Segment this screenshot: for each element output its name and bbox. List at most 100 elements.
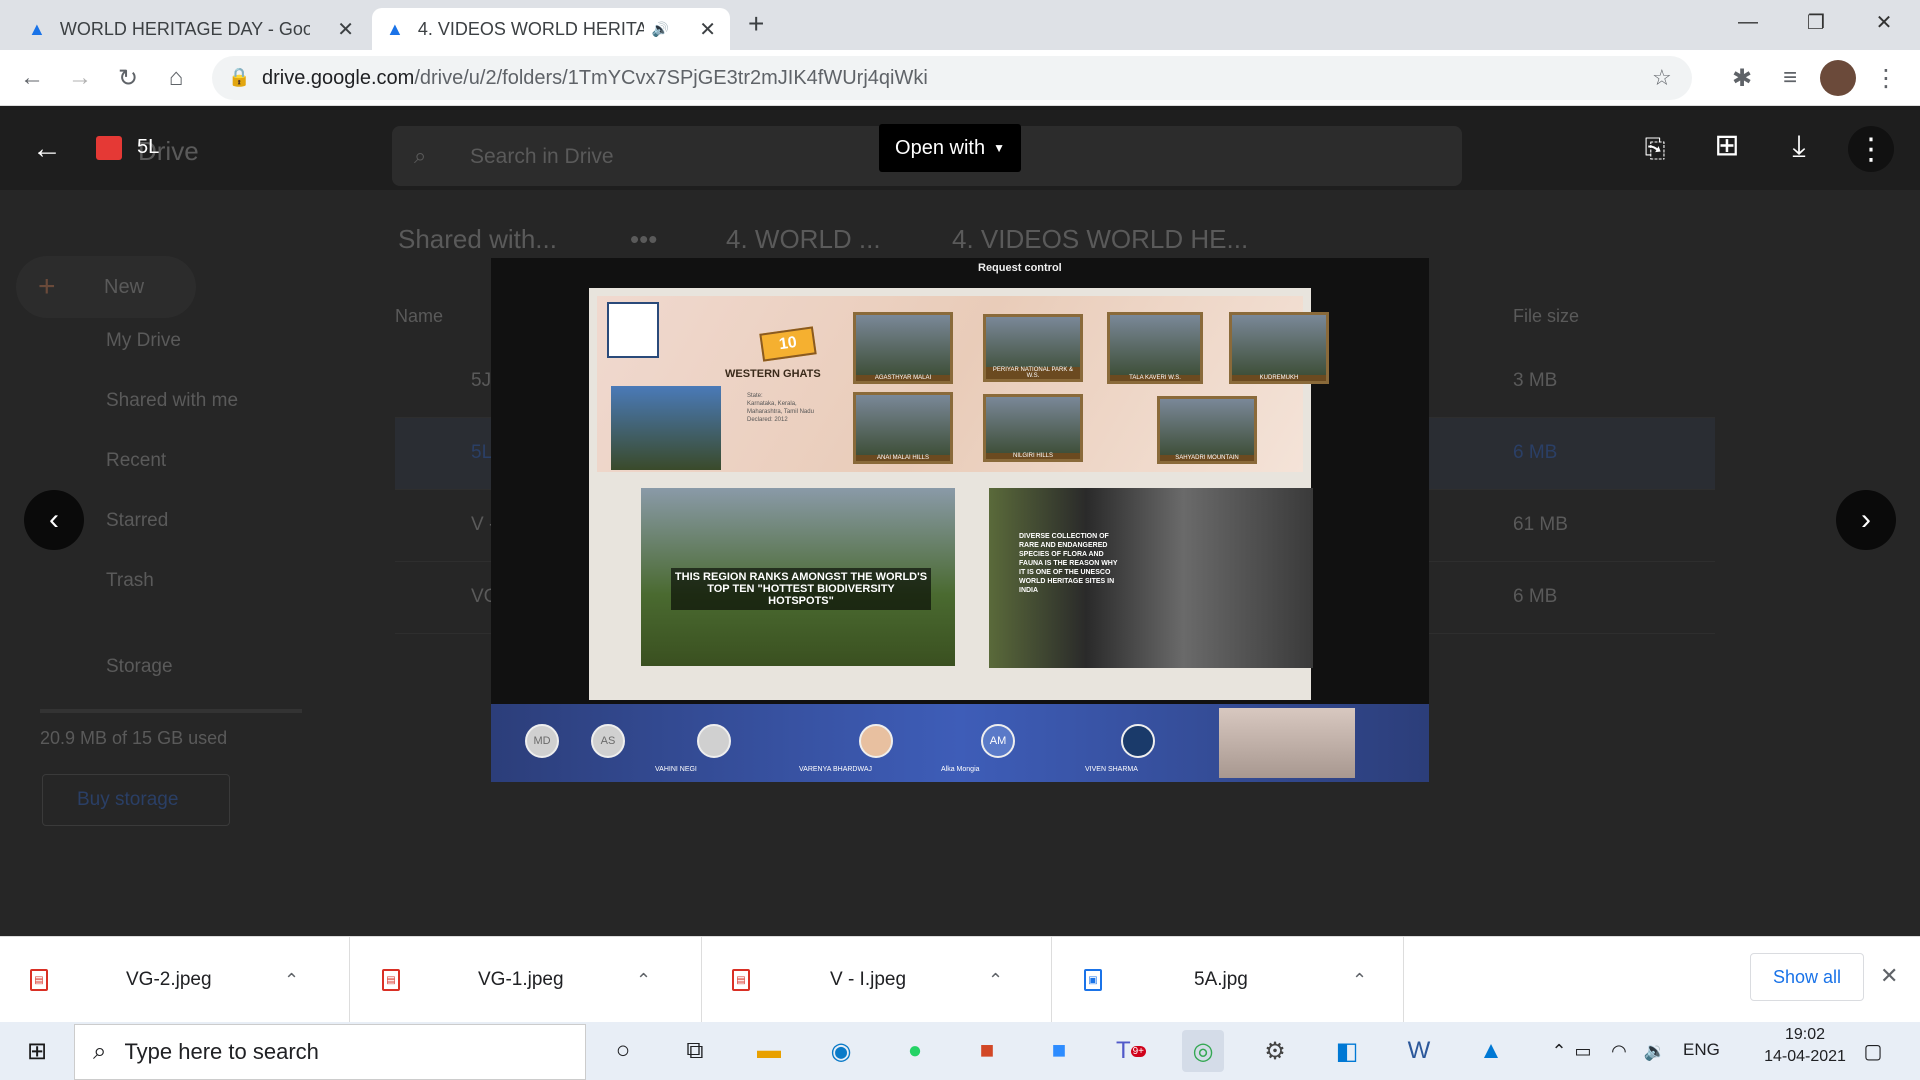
- file-size: 61 MB: [1513, 514, 1568, 535]
- cortana-icon[interactable]: ○: [602, 1030, 644, 1072]
- photos-icon[interactable]: ▲: [1470, 1030, 1512, 1072]
- column-name-header[interactable]: Name: [395, 306, 443, 327]
- file-explorer-icon[interactable]: ▬: [748, 1030, 790, 1072]
- breadcrumb-more-icon[interactable]: •••: [630, 224, 657, 255]
- teams-icon[interactable]: T 9+: [1110, 1030, 1152, 1072]
- close-download-shelf-icon[interactable]: ✕: [1880, 963, 1898, 989]
- powerpoint-icon[interactable]: ■: [966, 1030, 1008, 1072]
- home-icon[interactable]: ⌂: [158, 60, 194, 96]
- taskbar-search-input[interactable]: Type here to search: [124, 1039, 318, 1065]
- forward-icon[interactable]: →: [62, 60, 98, 96]
- drive-favicon-icon: ▲: [386, 18, 404, 39]
- reload-icon[interactable]: ↻: [110, 60, 146, 96]
- show-all-button[interactable]: Show all: [1750, 953, 1864, 1001]
- download-icon[interactable]: ⤓: [1776, 124, 1822, 170]
- profile-avatar[interactable]: [1820, 60, 1856, 96]
- next-file-button[interactable]: ›: [1836, 490, 1896, 550]
- chevron-up-icon[interactable]: ⌃: [1352, 970, 1367, 991]
- new-tab-button[interactable]: +: [748, 8, 764, 40]
- file-size: 3 MB: [1513, 370, 1558, 391]
- breadcrumb-world[interactable]: 4. WORLD ...: [726, 224, 881, 255]
- file-name: 5L: [471, 442, 493, 463]
- file-name: 5J: [471, 370, 492, 391]
- viewer-file-title: 5L: [137, 136, 160, 158]
- chrome-menu-icon[interactable]: ⋮: [1868, 60, 1904, 96]
- download-item[interactable]: ▤ VG-2.jpeg ⌃: [0, 937, 350, 1023]
- sidebar-item-shared[interactable]: Shared with me: [106, 390, 238, 412]
- sidebar-item-starred[interactable]: Starred: [106, 510, 168, 532]
- download-filename: V - I.jpeg: [830, 969, 907, 990]
- download-item[interactable]: ▤ VG-1.jpeg ⌃: [352, 937, 702, 1023]
- close-window-button[interactable]: ✕: [1850, 0, 1918, 44]
- buy-storage-label: Buy storage: [77, 789, 179, 810]
- minimize-button[interactable]: —: [1714, 0, 1782, 44]
- search-icon: ⌕: [414, 143, 427, 168]
- tab-world-heritage-day[interactable]: ▲ WORLD HERITAGE DAY - Google ✕: [14, 8, 368, 50]
- chrome-icon[interactable]: ◎: [1182, 1030, 1224, 1072]
- more-actions-icon[interactable]: ⋮: [1848, 126, 1894, 172]
- tab-videos-world-heritage[interactable]: ▲ 4. VIDEOS WORLD HERITAGE 🔊 ✕: [372, 8, 730, 50]
- audio-playing-icon[interactable]: 🔊: [652, 21, 669, 38]
- task-view-icon[interactable]: ⧉: [674, 1030, 716, 1072]
- download-item[interactable]: ▤ V - I.jpeg ⌃: [702, 937, 1052, 1023]
- zoom-icon[interactable]: ■: [1038, 1030, 1080, 1072]
- tab-title: 4. VIDEOS WORLD HERITAGE: [417, 18, 644, 39]
- extensions-icon[interactable]: ✱: [1724, 60, 1760, 96]
- chevron-up-icon[interactable]: ⌃: [284, 970, 299, 991]
- restore-button[interactable]: ❐: [1782, 0, 1850, 44]
- whatsapp-icon[interactable]: ●: [894, 1030, 936, 1072]
- add-to-drive-icon[interactable]: ⎘: [1632, 126, 1678, 172]
- open-with-button[interactable]: Open with ▼: [879, 124, 1021, 172]
- tab-title: WORLD HERITAGE DAY - Google: [59, 18, 310, 39]
- address-bar[interactable]: 🔒 drive.google.com/drive/u/2/folders/1Tm…: [212, 56, 1692, 100]
- slide-number-badge: 10: [759, 326, 817, 362]
- video-player[interactable]: Request control 10 WESTERN GHATS State: K…: [491, 258, 1429, 782]
- new-button[interactable]: + New: [16, 256, 196, 318]
- back-icon[interactable]: ←: [14, 60, 50, 96]
- settings-icon[interactable]: ⚙: [1254, 1030, 1296, 1072]
- pdf-file-icon: ▤: [382, 969, 400, 991]
- sidebar-item-recent[interactable]: Recent: [106, 450, 166, 472]
- previous-file-button[interactable]: ‹: [24, 490, 84, 550]
- clock[interactable]: 19:02 14-04-2021: [1760, 1026, 1850, 1066]
- participant-avatar: AS: [591, 724, 625, 758]
- sidebar-item-my-drive[interactable]: My Drive: [106, 330, 181, 352]
- buy-storage-button[interactable]: Buy storage: [42, 774, 230, 826]
- store-icon[interactable]: ◧: [1326, 1030, 1368, 1072]
- close-tab-icon[interactable]: ✕: [337, 17, 354, 42]
- plus-icon: +: [38, 270, 56, 303]
- volume-icon[interactable]: 🔉: [1634, 1030, 1676, 1072]
- edge-icon[interactable]: ◉: [820, 1030, 862, 1072]
- map-image: [611, 386, 721, 470]
- word-icon[interactable]: W: [1398, 1030, 1440, 1072]
- breadcrumb-videos[interactable]: 4. VIDEOS WORLD HE...: [952, 224, 1248, 255]
- video-file-icon: [96, 136, 122, 160]
- chevron-up-icon[interactable]: ⌃: [636, 970, 651, 991]
- breadcrumb-shared[interactable]: Shared with...: [398, 224, 557, 255]
- star-icon[interactable]: ☆: [1652, 65, 1672, 91]
- taskbar-search-box[interactable]: ⌕ Type here to search: [74, 1024, 586, 1080]
- file-size: 6 MB: [1513, 442, 1558, 463]
- add-comment-icon[interactable]: ⊞: [1704, 122, 1750, 168]
- participant-avatar: [1121, 724, 1155, 758]
- drive-search-input[interactable]: Search in Drive: [470, 145, 614, 169]
- url-host: drive.google.com: [262, 66, 415, 89]
- teams-badge: 9+: [1130, 1045, 1147, 1057]
- close-tab-icon[interactable]: ✕: [699, 17, 716, 42]
- pdf-file-icon: ▤: [30, 969, 48, 991]
- notifications-icon[interactable]: ▢: [1852, 1030, 1894, 1072]
- lock-icon: 🔒: [228, 67, 251, 87]
- participant-name: VIVEN SHARMA: [1085, 766, 1138, 773]
- media-control-icon[interactable]: ≡: [1772, 60, 1808, 96]
- download-filename: VG-1.jpeg: [478, 969, 564, 990]
- chevron-up-icon[interactable]: ⌃: [988, 970, 1003, 991]
- participant-avatar: MD: [525, 724, 559, 758]
- close-viewer-back-icon[interactable]: ←: [24, 126, 70, 172]
- windows-start-icon[interactable]: ⊞: [16, 1030, 58, 1072]
- download-item[interactable]: ▣ 5A.jpg ⌃: [1054, 937, 1404, 1023]
- thumbnail-image: KUDREMUKH: [1229, 312, 1329, 384]
- search-icon: ⌕: [93, 1038, 107, 1065]
- sidebar-item-storage[interactable]: Storage: [106, 656, 173, 678]
- sidebar-item-trash[interactable]: Trash: [106, 570, 154, 592]
- language-indicator[interactable]: ENG: [1683, 1040, 1720, 1060]
